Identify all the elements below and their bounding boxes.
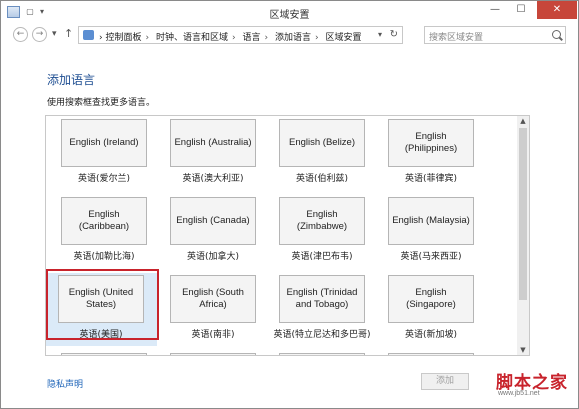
- language-tile-english-belize[interactable]: English (Belize) 英语(伯利兹): [267, 117, 367, 190]
- language-caption: 英语(爱尔兰): [77, 174, 131, 184]
- breadcrumb-language[interactable]: 语言: [242, 33, 260, 43]
- search-input[interactable]: 搜索区域安置: [429, 30, 483, 43]
- language-caption: 英语(澳大利亚): [182, 174, 244, 184]
- breadcrumb-add-language[interactable]: 添加语言: [275, 33, 311, 43]
- language-card[interactable]: [279, 353, 365, 355]
- language-card[interactable]: English (Philippines): [388, 119, 474, 167]
- language-card[interactable]: English (Malaysia): [388, 197, 474, 245]
- scroll-down-arrow-icon[interactable]: ▼: [517, 345, 529, 355]
- breadcrumb-separator: ›: [232, 33, 236, 43]
- instruction-text: 使用搜索框查找更多语言。: [47, 98, 156, 108]
- forward-button[interactable]: →: [32, 27, 47, 42]
- language-tile-english-singapore[interactable]: English (Singapore) 英语(新加坡): [376, 273, 476, 346]
- language-tile-partial[interactable]: [49, 351, 149, 355]
- language-tile-partial[interactable]: [267, 351, 367, 355]
- minimize-button[interactable]: —: [483, 1, 507, 19]
- language-tile-english-south-africa[interactable]: English (South Africa) 英语(南非): [158, 273, 258, 346]
- maximize-button[interactable]: ☐: [509, 1, 533, 19]
- page-title: 添加语言: [47, 73, 96, 87]
- add-button[interactable]: 添加: [421, 373, 469, 390]
- language-caption: 英语(马来西亚): [400, 252, 462, 262]
- language-card[interactable]: [170, 353, 256, 355]
- up-level-button[interactable]: ↑: [64, 28, 73, 40]
- vertical-scrollbar[interactable]: ▲ ▼: [517, 116, 529, 355]
- address-dropdown-icon[interactable]: ▾: [378, 30, 382, 39]
- refresh-icon[interactable]: ↻: [390, 29, 398, 40]
- language-tile-english-ireland[interactable]: English (Ireland) 英语(爱尔兰): [49, 117, 149, 190]
- scroll-up-arrow-icon[interactable]: ▲: [517, 116, 529, 126]
- language-tile-english-philippines[interactable]: English (Philippines) 英语(菲律宾): [376, 117, 476, 190]
- site-watermark-url: www.jb51.net: [498, 390, 540, 397]
- breadcrumb-region[interactable]: 区域安置: [325, 33, 361, 43]
- language-card[interactable]: [61, 353, 147, 355]
- language-tile-english-australia[interactable]: English (Australia) 英语(澳大利亚): [158, 117, 258, 190]
- language-card[interactable]: English (Zimbabwe): [279, 197, 365, 245]
- language-caption: 英语(菲律宾): [404, 174, 458, 184]
- search-icon[interactable]: [552, 30, 561, 39]
- recent-locations-dropdown[interactable]: ▾: [52, 28, 57, 40]
- language-tile-english-zimbabwe[interactable]: English (Zimbabwe) 英语(津巴布韦): [267, 195, 367, 268]
- language-caption: 英语(伯利兹): [295, 174, 349, 184]
- language-tile-english-canada[interactable]: English (Canada) 英语(加拿大): [158, 195, 258, 268]
- control-panel-crumb-icon: [83, 30, 94, 40]
- breadcrumb-clock-language-region[interactable]: 时钟、语言和区域: [156, 33, 228, 43]
- language-card[interactable]: English (Ireland): [61, 119, 147, 167]
- breadcrumb-separator: ›: [145, 33, 150, 43]
- language-tile-english-caribbean[interactable]: English (Caribbean) 英语(加勒比海): [49, 195, 149, 268]
- language-tile-partial[interactable]: [376, 351, 476, 355]
- breadcrumb-control-panel[interactable]: 控制面板: [105, 33, 141, 43]
- navigation-bar: ← → ▾ ↑ › 控制面板 › 时钟、语言和区域 › 语言 › 添加语言 › 区域安置…: [1, 23, 578, 47]
- language-card[interactable]: English (Caribbean): [61, 197, 147, 245]
- language-card[interactable]: English (South Africa): [170, 275, 256, 323]
- language-card[interactable]: English (Singapore): [388, 275, 474, 323]
- language-tile-partial[interactable]: [158, 351, 258, 355]
- title-bar: ▢ ▾ 区域安置 — ☐ ✕: [1, 1, 578, 23]
- language-card[interactable]: [388, 353, 474, 355]
- language-caption: 英语(津巴布韦): [291, 252, 353, 262]
- breadcrumb: › 控制面板 › 时钟、语言和区域 › 语言 › 添加语言 › 区域安置: [99, 30, 362, 43]
- search-box[interactable]: 搜索区域安置: [424, 26, 566, 44]
- language-tile-english-trinidad-tobago[interactable]: English (Trinidad and Tobago) 英语(特立尼达和多巴…: [267, 273, 371, 346]
- language-tile-english-malaysia[interactable]: English (Malaysia) 英语(马来西亚): [376, 195, 476, 268]
- breadcrumb-separator: ›: [99, 33, 103, 43]
- language-card[interactable]: English (Australia): [170, 119, 256, 167]
- breadcrumb-separator: ›: [315, 33, 319, 43]
- language-caption: 英语(新加坡): [404, 330, 458, 340]
- language-card[interactable]: English (Trinidad and Tobago): [279, 275, 365, 323]
- privacy-statement-link[interactable]: 隐私声明: [47, 377, 83, 390]
- language-caption: 英语(加勒比海): [73, 252, 135, 262]
- language-card[interactable]: English (Canada): [170, 197, 256, 245]
- language-caption: 英语(南非): [191, 330, 235, 340]
- region-window: ▢ ▾ 区域安置 — ☐ ✕ ← → ▾ ↑ › 控制面板 › 时钟、语言和区域 ›…: [0, 0, 579, 409]
- breadcrumb-separator: ›: [264, 33, 269, 43]
- language-caption: 英语(特立尼达和多巴哥): [273, 330, 371, 340]
- language-caption: 英语(加拿大): [186, 252, 240, 262]
- close-button[interactable]: ✕: [537, 1, 577, 19]
- back-button[interactable]: ←: [13, 27, 28, 42]
- address-bar[interactable]: › 控制面板 › 时钟、语言和区域 › 语言 › 添加语言 › 区域安置 ▾ ↻: [78, 26, 403, 44]
- scroll-thumb[interactable]: [519, 128, 527, 300]
- language-card[interactable]: English (Belize): [279, 119, 365, 167]
- selection-highlight: [46, 269, 159, 340]
